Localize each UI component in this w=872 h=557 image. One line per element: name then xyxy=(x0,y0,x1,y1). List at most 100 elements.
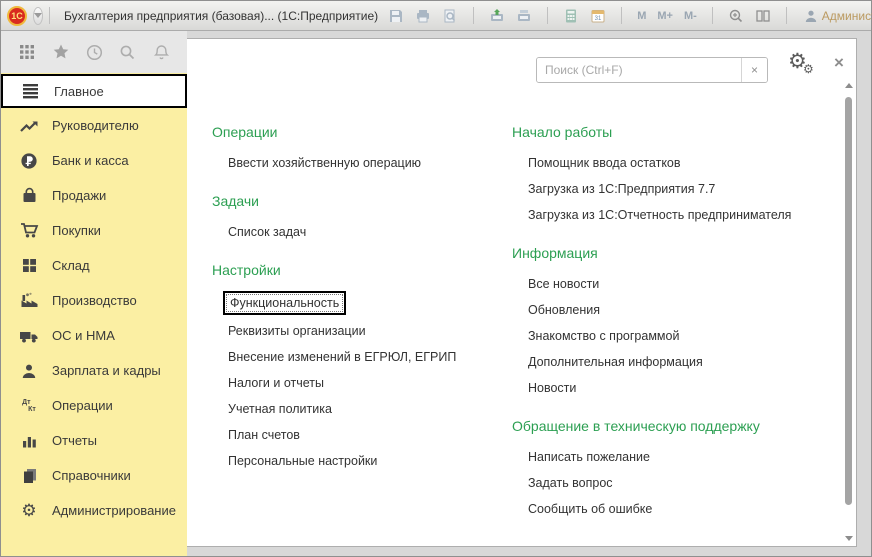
scrollbar-thumb[interactable] xyxy=(845,97,852,505)
truck-icon xyxy=(18,326,40,346)
link-zagruzka-iz-otchetnost[interactable]: Загрузка из 1С:Отчетность предпринимател… xyxy=(528,208,791,222)
section-title: Начало работы xyxy=(512,123,852,142)
section-informaciya: Информация Все новости Обновления Знаком… xyxy=(512,244,852,395)
menu-grid-icon[interactable] xyxy=(16,41,38,63)
memory-plus-button[interactable]: M+ xyxy=(655,10,675,22)
section-title: Задачи xyxy=(212,192,512,211)
sidebar-item-spravochniki[interactable]: Справочники xyxy=(1,458,187,493)
debit-credit-icon: ДтКт xyxy=(18,396,40,416)
panel-close-button[interactable]: × xyxy=(834,55,844,71)
notifications-bell-icon[interactable] xyxy=(150,41,172,63)
section-title: Настройки xyxy=(212,261,512,280)
link-vvesti-operaciyu[interactable]: Ввести хозяйственную операцию xyxy=(228,156,421,170)
link-napisat-pozhelanie[interactable]: Написать пожелание xyxy=(528,450,650,464)
sidebar-item-prodazhi[interactable]: Продажи xyxy=(1,178,187,213)
save-icon[interactable] xyxy=(386,6,406,26)
section-title: Обращение в техническую поддержку xyxy=(512,417,852,436)
search-icon[interactable] xyxy=(117,41,139,63)
section-zadachi: Задачи Список задач xyxy=(212,192,512,239)
split-window-icon[interactable] xyxy=(753,6,773,26)
app-window: 1С Бухгалтерия предприятия (базовая)... … xyxy=(0,0,872,557)
section-nastroyki: Настройки Функциональность Реквизиты орг… xyxy=(212,261,512,468)
link-dopolnitelnaya-informaciya[interactable]: Дополнительная информация xyxy=(528,355,703,369)
sections-sidebar: Главное Руководителю Банк и касса Продаж… xyxy=(1,31,187,556)
sidebar-item-administrirovanie[interactable]: ⚙ Администрирование xyxy=(1,493,187,528)
sidebar-item-sklad[interactable]: Склад xyxy=(1,248,187,283)
titlebar-toolbar: 31 M M+ M- Администратор i xyxy=(386,6,872,26)
gear-icon: ⚙ xyxy=(18,501,40,521)
user-name-label: Администратор xyxy=(822,9,872,23)
link-vnesenie-izmeneniy[interactable]: Внесение изменений в ЕГРЮЛ, ЕГРИП xyxy=(228,350,456,364)
print-preview-icon[interactable] xyxy=(440,6,460,26)
calendar-icon[interactable]: 31 xyxy=(588,6,608,26)
link-novosti[interactable]: Новости xyxy=(528,381,576,395)
link-plan-schetov[interactable]: План счетов xyxy=(228,428,300,442)
section-functions-panel: × ⚙⚙ × Операции Ввести хозяйственную опе… xyxy=(187,38,857,547)
ruble-coin-icon xyxy=(18,151,40,171)
history-clock-icon[interactable] xyxy=(83,41,105,63)
divider xyxy=(547,7,548,24)
trend-arrow-icon xyxy=(18,116,40,136)
pallet-boxes-icon xyxy=(18,256,40,276)
link-vse-novosti[interactable]: Все новости xyxy=(528,277,599,291)
scroll-down-arrow[interactable] xyxy=(845,536,853,541)
user-menu[interactable]: Администратор xyxy=(804,9,872,23)
sidebar-item-operacii[interactable]: ДтКт Операции xyxy=(1,388,187,423)
link-zadat-vopros[interactable]: Задать вопрос xyxy=(528,476,613,490)
hamburger-menu-icon xyxy=(20,81,42,101)
sidebar-item-otchety[interactable]: Отчеты xyxy=(1,423,187,458)
send-icon[interactable] xyxy=(487,6,507,26)
divider xyxy=(473,7,474,24)
search-input[interactable] xyxy=(537,58,741,82)
search-clear-button[interactable]: × xyxy=(741,58,767,82)
system-menu-button[interactable] xyxy=(33,7,43,25)
title-bar: 1С Бухгалтерия предприятия (базовая)... … xyxy=(1,1,871,31)
right-column: Начало работы Помощник ввода остатков За… xyxy=(512,123,852,538)
content-backdrop: × ⚙⚙ × Операции Ввести хозяйственную опе… xyxy=(187,31,871,556)
sidebar-item-rukovoditelyu[interactable]: Руководителю xyxy=(1,108,187,143)
sidebar-toolbar xyxy=(1,31,187,73)
sidebar-item-proizvodstvo[interactable]: Производство xyxy=(1,283,187,318)
window-title: Бухгалтерия предприятия (базовая)... (1С… xyxy=(64,9,378,23)
divider xyxy=(786,7,787,24)
user-icon xyxy=(804,9,818,23)
bar-chart-icon xyxy=(18,431,40,451)
section-title: Операции xyxy=(212,123,512,142)
factory-icon xyxy=(18,291,40,311)
link-soobschit-ob-oshibke[interactable]: Сообщить об ошибке xyxy=(528,502,652,516)
link-spisok-zadach[interactable]: Список задач xyxy=(228,225,306,239)
print-icon[interactable] xyxy=(413,6,433,26)
section-tehpodderzhka: Обращение в техническую поддержку Написа… xyxy=(512,417,852,516)
link-znakomstvo-s-programmoy[interactable]: Знакомство с программой xyxy=(528,329,679,343)
link-obnovleniya[interactable]: Обновления xyxy=(528,303,600,317)
link-funkcionalnost-focused[interactable]: Функциональность xyxy=(223,291,346,315)
calculator-icon[interactable] xyxy=(561,6,581,26)
shopping-cart-icon xyxy=(18,221,40,241)
zoom-icon[interactable] xyxy=(726,6,746,26)
link-uchetnaya-politika[interactable]: Учетная политика xyxy=(228,402,332,416)
section-title: Информация xyxy=(512,244,852,263)
sidebar-item-zarplata-i-kadry[interactable]: Зарплата и кадры xyxy=(1,353,187,388)
divider xyxy=(49,7,50,24)
search-box: × xyxy=(536,57,768,83)
panel-settings-gear-icon[interactable]: ⚙⚙ xyxy=(788,51,818,81)
sidebar-item-glavnoe[interactable]: Главное xyxy=(1,74,187,108)
link-pomoschnik-vvoda-ostatkov[interactable]: Помощник ввода остатков xyxy=(528,156,681,170)
sidebar-item-pokupki[interactable]: Покупки xyxy=(1,213,187,248)
vertical-scrollbar[interactable] xyxy=(843,83,854,541)
print-send-icon[interactable] xyxy=(514,6,534,26)
link-personalnye-nastroyki[interactable]: Персональные настройки xyxy=(228,454,377,468)
memory-recall-button[interactable]: M xyxy=(635,10,648,22)
favorites-star-icon[interactable] xyxy=(50,41,72,63)
scroll-up-arrow[interactable] xyxy=(845,83,853,88)
link-nalogi-i-otchety[interactable]: Налоги и отчеты xyxy=(228,376,324,390)
memory-minus-button[interactable]: M- xyxy=(682,10,699,22)
main-area: Главное Руководителю Банк и касса Продаж… xyxy=(1,31,871,556)
left-column: Операции Ввести хозяйственную операцию З… xyxy=(212,123,512,490)
sidebar-item-os-i-nma[interactable]: ОС и НМА xyxy=(1,318,187,353)
section-operacii: Операции Ввести хозяйственную операцию xyxy=(212,123,512,170)
link-zagruzka-iz-77[interactable]: Загрузка из 1С:Предприятия 7.7 xyxy=(528,182,715,196)
divider xyxy=(712,7,713,24)
link-rekvizity-organizacii[interactable]: Реквизиты организации xyxy=(228,324,366,338)
sidebar-item-bank-i-kassa[interactable]: Банк и касса xyxy=(1,143,187,178)
